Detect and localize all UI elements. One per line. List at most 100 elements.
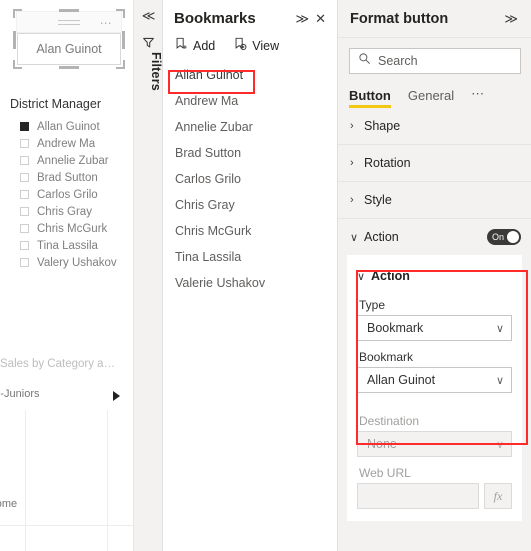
type-field-label: Type bbox=[359, 298, 386, 312]
section-action: ∨ Action On ∨ Action Type Bookmark ∨ Boo… bbox=[338, 219, 531, 521]
bookmarks-title: Bookmarks bbox=[174, 10, 256, 27]
slicer-item[interactable]: Chris McGurk bbox=[10, 220, 125, 237]
slicer-item[interactable]: Tina Lassila bbox=[10, 237, 125, 254]
action-card-disabled-fields: Destination None ∨ Web URL fx bbox=[338, 403, 531, 521]
drag-grip-icon[interactable] bbox=[58, 20, 80, 26]
checkbox-icon[interactable] bbox=[20, 207, 29, 216]
chart-title: Sales by Category a… bbox=[0, 358, 116, 370]
chevron-right-icon: › bbox=[350, 194, 354, 206]
bookmark-list-item[interactable]: Chris McGurk bbox=[163, 218, 337, 244]
section-label: Action bbox=[364, 230, 399, 244]
section-shape[interactable]: › Shape bbox=[338, 108, 531, 145]
chevron-down-icon: ∨ bbox=[495, 374, 504, 387]
focus-mode-arrow-icon[interactable] bbox=[113, 391, 120, 401]
bookmarks-toolbar: Add View bbox=[163, 35, 337, 60]
section-label: Style bbox=[364, 193, 392, 207]
checkbox-icon[interactable] bbox=[20, 139, 29, 148]
action-subsection-header[interactable]: ∨ Action bbox=[357, 263, 512, 289]
slicer-item[interactable]: Carlos Grilo bbox=[10, 186, 125, 203]
slicer-item[interactable]: Brad Sutton bbox=[10, 169, 125, 186]
resize-handle-top[interactable] bbox=[59, 9, 79, 12]
district-manager-slicer[interactable]: District Manager Allan Guinot Andrew Ma … bbox=[10, 97, 125, 271]
bookmark-list-item[interactable]: Andrew Ma bbox=[163, 88, 337, 114]
format-sections: › Shape › Rotation › Style ∨ Action On ∨… bbox=[338, 108, 531, 521]
tabs-overflow-icon[interactable]: ⋯ bbox=[471, 86, 486, 108]
bookmark-list-item[interactable]: Annelie Zubar bbox=[163, 114, 337, 140]
checkbox-icon[interactable] bbox=[20, 224, 29, 233]
action-toggle[interactable]: On bbox=[487, 229, 521, 245]
slicer-item[interactable]: Chris Gray bbox=[10, 203, 125, 220]
bookmark-list-item[interactable]: Valerie Ushakov bbox=[163, 270, 337, 296]
checkbox-icon[interactable] bbox=[20, 173, 29, 182]
toggle-state-label: On bbox=[492, 232, 505, 242]
slicer-item[interactable]: Valery Ushakov bbox=[10, 254, 125, 271]
powerbi-report-editor: ⋯ Alan Guinot District Manager Allan Gui… bbox=[0, 0, 531, 551]
button-visual-selected[interactable]: ⋯ Alan Guinot bbox=[13, 9, 125, 69]
filters-pane-collapsed[interactable]: ≪ Filters bbox=[134, 0, 163, 551]
bookmarks-pane: Bookmarks ≫ ✕ Add View Allan Guinot Andr… bbox=[163, 0, 338, 551]
expand-pane-icon[interactable]: ≫ bbox=[501, 11, 521, 27]
toggle-knob bbox=[507, 231, 519, 243]
chevron-down-icon: ∨ bbox=[495, 322, 504, 335]
web-url-field-label: Web URL bbox=[359, 466, 411, 480]
bookmark-list-item[interactable]: Chris Gray bbox=[163, 192, 337, 218]
checkbox-icon[interactable] bbox=[20, 156, 29, 165]
section-action-header[interactable]: ∨ Action On bbox=[338, 219, 531, 255]
section-label: Shape bbox=[364, 119, 401, 133]
view-bookmark-button[interactable]: View bbox=[233, 37, 279, 54]
bookmark-dropdown-value: Allan Guinot bbox=[367, 373, 436, 387]
resize-handle-bl[interactable] bbox=[13, 60, 22, 69]
resize-handle-br[interactable] bbox=[116, 60, 125, 69]
tab-general[interactable]: General bbox=[408, 88, 454, 108]
bookmark-add-icon bbox=[174, 37, 188, 54]
gridline bbox=[107, 410, 108, 551]
section-rotation[interactable]: › Rotation bbox=[338, 145, 531, 182]
slicer-item-label: Allan Guinot bbox=[37, 120, 100, 133]
chevron-right-icon: › bbox=[350, 120, 354, 132]
slicer-item-label: Carlos Grilo bbox=[37, 188, 98, 201]
resize-handle-bottom[interactable] bbox=[59, 66, 79, 69]
checkbox-icon[interactable] bbox=[20, 190, 29, 199]
tab-button[interactable]: Button bbox=[349, 88, 391, 108]
bookmark-list-item[interactable]: Tina Lassila bbox=[163, 244, 337, 270]
slicer-item[interactable]: Andrew Ma bbox=[10, 135, 125, 152]
filters-pane-label: Filters bbox=[149, 52, 163, 91]
more-options-icon[interactable]: ⋯ bbox=[100, 17, 113, 29]
checkbox-icon[interactable] bbox=[20, 122, 29, 131]
close-icon[interactable]: ✕ bbox=[312, 11, 329, 27]
filter-funnel-icon bbox=[142, 36, 155, 49]
expand-pane-icon[interactable]: ≫ bbox=[292, 11, 312, 27]
destination-field-label: Destination bbox=[359, 414, 420, 428]
checkbox-icon[interactable] bbox=[20, 241, 29, 250]
gridline bbox=[0, 525, 133, 526]
visual-header: ⋯ bbox=[16, 11, 122, 33]
slicer-item-label: Annelie Zubar bbox=[37, 154, 109, 167]
resize-handle-left[interactable] bbox=[13, 31, 16, 49]
bookmark-list-item[interactable]: Brad Sutton bbox=[163, 140, 337, 166]
format-pane-header: Format button ≫ bbox=[338, 0, 531, 38]
resize-handle-tl[interactable] bbox=[13, 9, 22, 18]
chart-point-label: 0-Home bbox=[0, 498, 18, 510]
slicer-title: District Manager bbox=[10, 97, 101, 111]
bookmark-dropdown[interactable]: Allan Guinot ∨ bbox=[357, 367, 512, 393]
conditional-formatting-fx-button: fx bbox=[484, 483, 512, 509]
format-pane: Format button ≫ Search Button General ⋯ bbox=[338, 0, 531, 551]
bookmarks-list: Allan Guinot Andrew Ma Annelie Zubar Bra… bbox=[163, 60, 337, 296]
add-bookmark-button[interactable]: Add bbox=[174, 37, 215, 54]
bookmark-list-item[interactable]: Carlos Grilo bbox=[163, 166, 337, 192]
checkbox-icon[interactable] bbox=[20, 258, 29, 267]
expand-filters-icon[interactable]: ≪ bbox=[134, 8, 163, 24]
chevron-down-icon: ∨ bbox=[350, 231, 359, 244]
type-dropdown[interactable]: Bookmark ∨ bbox=[357, 315, 512, 341]
bookmark-list-item[interactable]: Allan Guinot bbox=[163, 62, 337, 88]
destination-dropdown-value: None bbox=[367, 437, 397, 451]
slicer-item[interactable]: Annelie Zubar bbox=[10, 152, 125, 169]
sales-by-category-chart[interactable]: Sales by Category a… 040-Juniors 0-Home … bbox=[0, 358, 133, 551]
resize-handle-right[interactable] bbox=[122, 31, 125, 49]
slicer-item[interactable]: Allan Guinot bbox=[10, 118, 125, 135]
section-style[interactable]: › Style bbox=[338, 182, 531, 219]
destination-dropdown: None ∨ bbox=[357, 431, 512, 457]
button-label[interactable]: Alan Guinot bbox=[17, 33, 121, 65]
search-input[interactable]: Search bbox=[349, 48, 521, 74]
resize-handle-tr[interactable] bbox=[116, 9, 125, 18]
